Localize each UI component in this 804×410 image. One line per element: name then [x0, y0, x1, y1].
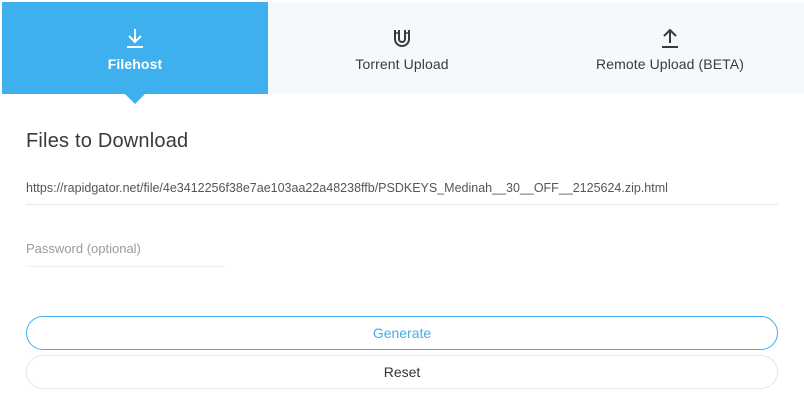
download-icon — [123, 26, 147, 50]
tab-filehost[interactable]: Filehost — [2, 2, 268, 104]
magnet-icon — [390, 26, 414, 50]
tab-label: Torrent Upload — [355, 56, 449, 72]
tab-label: Remote Upload (BETA) — [595, 56, 744, 72]
tab-torrent-upload[interactable]: Torrent Upload — [268, 2, 536, 94]
download-form: Files to Download — [26, 130, 778, 267]
url-input[interactable] — [26, 171, 778, 205]
upload-icon — [658, 26, 682, 50]
tab-label: Filehost — [107, 56, 163, 72]
password-input[interactable] — [26, 231, 226, 267]
reset-button[interactable]: Reset — [26, 355, 778, 389]
page-title: Files to Download — [26, 130, 189, 152]
tab-bar: Filehost Torrent Upload Remote Upload (B… — [2, 2, 804, 104]
generate-button[interactable]: Generate — [26, 316, 778, 350]
tab-remote-upload[interactable]: Remote Upload (BETA) — [536, 2, 804, 94]
